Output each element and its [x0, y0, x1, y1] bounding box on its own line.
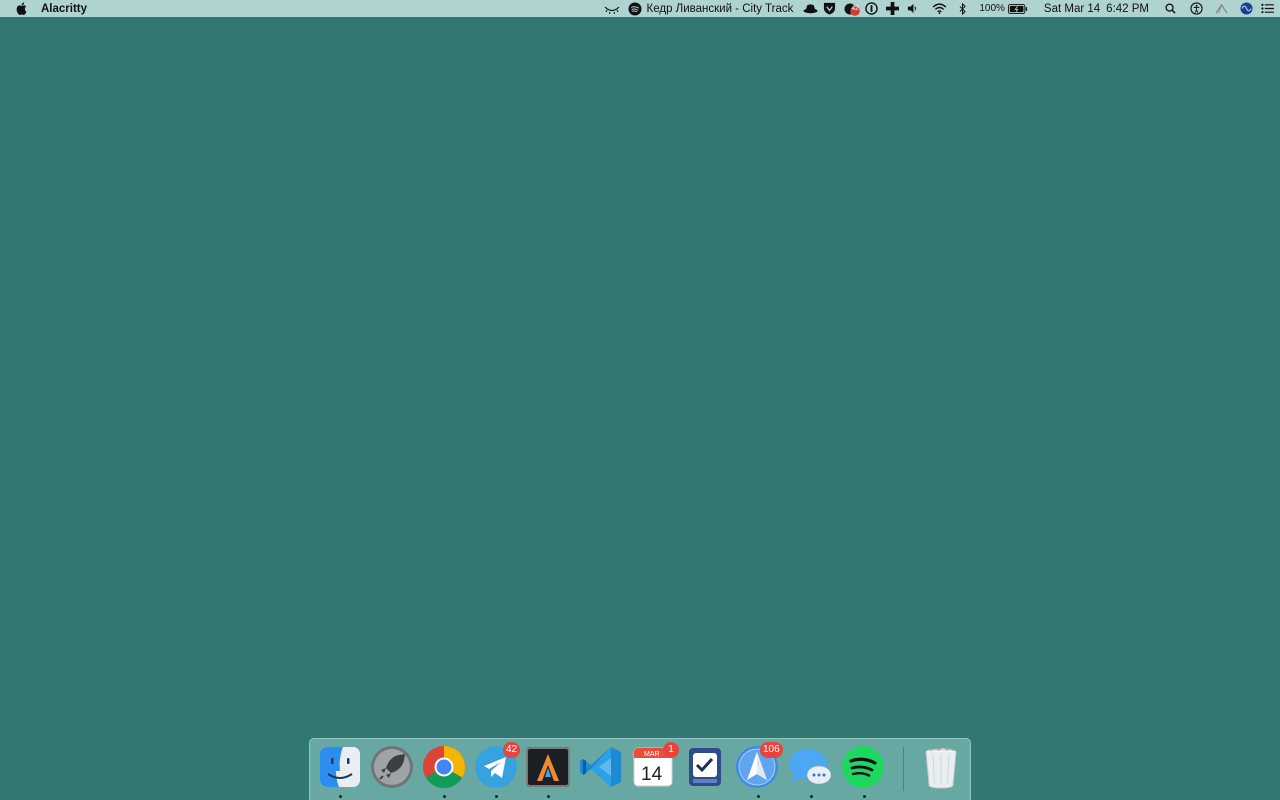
dock-spark[interactable]: 106 — [734, 742, 783, 790]
eye-icon[interactable] — [604, 0, 620, 17]
messages-icon — [789, 749, 832, 785]
telegram-badge: 42 — [503, 742, 521, 758]
notification-app-icon[interactable]: 42 — [844, 0, 861, 17]
vpn-shield-icon[interactable] — [823, 0, 836, 17]
finder-running-dot — [339, 795, 342, 798]
calendar-month: MAR — [644, 751, 660, 758]
alacritty-icon — [526, 747, 570, 787]
dock-calendar[interactable]: MAR 14 1 — [630, 742, 679, 790]
onepassword-icon[interactable] — [865, 0, 879, 17]
dock-messages[interactable] — [787, 744, 833, 790]
calendar-badge: 1 — [663, 742, 679, 758]
dock-tasks[interactable] — [682, 744, 728, 790]
menubar-time[interactable]: 6:42 PM — [1106, 0, 1149, 17]
notification-app-count: 42 — [851, 5, 859, 12]
dock-telegram[interactable]: 42 — [473, 742, 521, 790]
dock-separator — [903, 747, 904, 791]
search-icon[interactable] — [1165, 0, 1176, 17]
vscode-icon — [580, 747, 621, 787]
plus-app-icon[interactable] — [886, 0, 900, 17]
chrome-icon — [422, 746, 466, 789]
spotify-running-dot — [863, 795, 866, 798]
menu-bar: Alacritty Кедр Ливанский - City Track 42 — [0, 0, 1280, 17]
spotify-icon — [842, 746, 884, 788]
bluetooth-icon[interactable] — [959, 0, 967, 17]
volume-icon[interactable] — [907, 0, 918, 17]
active-app-name[interactable]: Alacritty — [41, 3, 87, 15]
dock-spotify[interactable] — [840, 744, 886, 790]
trash-icon — [925, 747, 957, 789]
calendar-day: 14 — [641, 764, 663, 785]
dock-vscode[interactable] — [578, 744, 624, 790]
spark-badge: 106 — [760, 742, 783, 758]
siri-icon[interactable] — [1240, 0, 1253, 17]
tasks-icon — [689, 748, 721, 786]
arrow-icon[interactable] — [1215, 0, 1228, 17]
battery-icon[interactable] — [1007, 0, 1028, 17]
wifi-icon[interactable] — [932, 0, 947, 17]
menubar-date[interactable]: Sat Mar 14 — [1044, 0, 1100, 17]
finder-icon — [320, 747, 360, 787]
dock-launchpad[interactable] — [369, 744, 415, 790]
spark-running-dot — [757, 795, 760, 798]
dock-trash[interactable] — [918, 744, 964, 790]
battery-percent[interactable]: 100% — [979, 0, 1005, 17]
apple-icon[interactable] — [14, 0, 28, 17]
chrome-running-dot — [443, 795, 446, 798]
dock-alacritty[interactable] — [525, 744, 571, 790]
launchpad-icon — [371, 746, 413, 788]
spotify-menubar-icon[interactable] — [628, 0, 642, 17]
messages-running-dot — [810, 795, 813, 798]
notification-center-icon[interactable] — [1261, 0, 1274, 17]
accessibility-icon[interactable] — [1190, 0, 1203, 17]
dock-finder[interactable] — [317, 744, 363, 790]
telegram-running-dot — [495, 795, 498, 798]
now-playing-track[interactable]: Кедр Ливанский - City Track — [647, 0, 794, 17]
dock-chrome[interactable] — [421, 744, 467, 790]
alacritty-running-dot — [547, 795, 550, 798]
dock: 42 MAR 14 1 106 — [309, 738, 971, 800]
incognito-icon[interactable] — [803, 0, 818, 17]
